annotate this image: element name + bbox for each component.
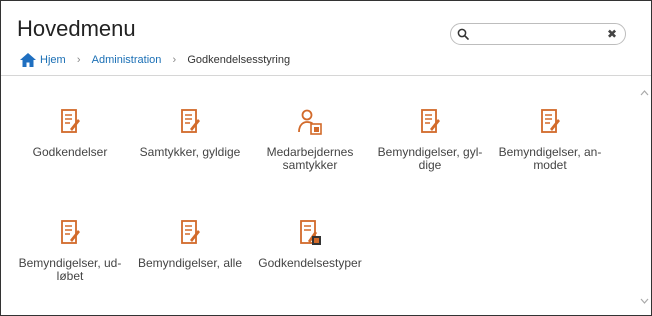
- tile-label: Godkendelser: [32, 145, 108, 159]
- search-input[interactable]: [473, 26, 601, 41]
- tile-godkendelsestyper[interactable]: Godkendelsestyper: [251, 219, 369, 270]
- tile-bemyndigelser-alle[interactable]: Bemyndigelser, alle: [131, 219, 249, 270]
- tile-label: Godkendelsestyper: [258, 256, 362, 270]
- search-box[interactable]: ✖: [450, 23, 626, 45]
- search-icon: [457, 28, 469, 40]
- page-title: Hovedmenu: [17, 16, 136, 41]
- tile-bemyndigelser-gyldige[interactable]: Bemyndigelser, gyl-dige: [371, 108, 489, 172]
- tile-label: Bemyndigelser, gyl-dige: [377, 145, 483, 172]
- tile-label: Bemyndigelser, an-modet: [498, 145, 602, 172]
- document-edit-icon: [181, 109, 200, 133]
- tile-label: Samtykker, gyldige: [139, 145, 241, 159]
- chevron-down-icon[interactable]: [640, 298, 649, 304]
- person-document-icon: [298, 109, 322, 135]
- breadcrumb-separator-icon: ›: [172, 54, 177, 66]
- breadcrumb-home-link[interactable]: Hjem: [40, 54, 66, 66]
- document-edit-icon: [421, 109, 440, 133]
- document-edit-icon: [61, 109, 80, 133]
- breadcrumb-separator-icon: ›: [76, 54, 81, 66]
- vertical-scrollbar[interactable]: [637, 76, 651, 315]
- tile-medarbejdernes-samtykker[interactable]: Medarbejdernes samtykker: [251, 108, 369, 172]
- menu-grid: Godkendelser Samtykker, gyldige Medarbej…: [1, 76, 635, 315]
- tile-label: Medarbejdernes samtykker: [266, 145, 354, 172]
- tile-samtykker-gyldige[interactable]: Samtykker, gyldige: [131, 108, 249, 159]
- clear-search-icon[interactable]: ✖: [607, 28, 617, 40]
- page-header: Hovedmenu ✖ Hjem › Administration › Godk…: [1, 1, 651, 76]
- tile-label: Bemyndigelser, ud-løbet: [18, 256, 122, 283]
- document-edit-icon: [541, 109, 560, 133]
- document-type-icon: [300, 220, 321, 245]
- tile-label: Bemyndigelser, alle: [137, 256, 243, 270]
- home-icon[interactable]: [19, 52, 37, 68]
- breadcrumb-current: Godkendelsesstyring: [187, 54, 291, 66]
- breadcrumb-administration-link[interactable]: Administration: [92, 54, 162, 66]
- document-edit-icon: [181, 220, 200, 244]
- chevron-up-icon[interactable]: [640, 90, 649, 96]
- tile-bemyndigelser-udloebet[interactable]: Bemyndigelser, ud-løbet: [11, 219, 129, 283]
- document-edit-icon: [61, 220, 80, 244]
- main-menu-window: Hovedmenu ✖ Hjem › Administration › Godk…: [0, 0, 652, 316]
- tile-godkendelser[interactable]: Godkendelser: [11, 108, 129, 159]
- tile-bemyndigelser-anmodet[interactable]: Bemyndigelser, an-modet: [491, 108, 609, 172]
- breadcrumb: Hjem › Administration › Godkendelsesstyr…: [19, 51, 290, 69]
